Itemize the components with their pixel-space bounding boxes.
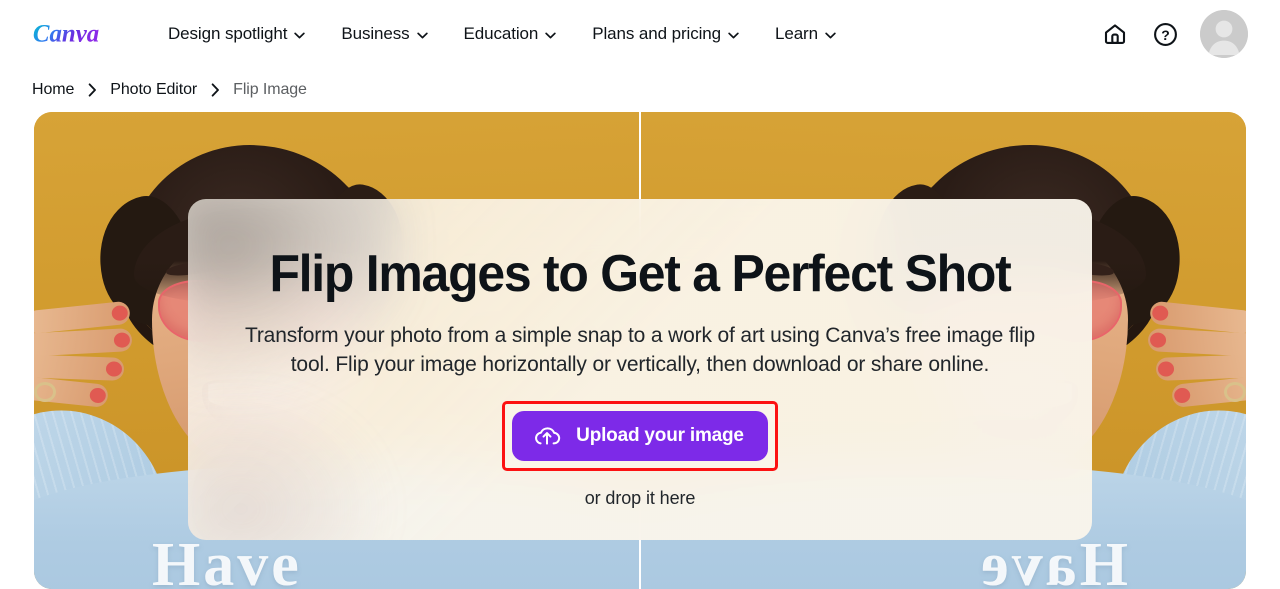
avatar-placeholder-icon — [1200, 10, 1248, 58]
svg-text:?: ? — [1161, 27, 1170, 43]
finger — [34, 328, 133, 357]
finger — [1155, 354, 1246, 381]
breadcrumb-item-photo-editor[interactable]: Photo Editor — [110, 81, 197, 99]
breadcrumb-separator — [197, 83, 233, 97]
fingernail — [111, 304, 129, 322]
chevron-right-icon — [88, 83, 96, 97]
chevron-down-icon — [294, 32, 306, 38]
finger — [34, 354, 125, 381]
breadcrumb-separator — [74, 83, 110, 97]
person-hand — [34, 298, 148, 416]
chevron-down-icon — [545, 32, 556, 38]
person-hand — [1132, 298, 1246, 416]
page-title: Flip Images to Get a Perfect Shot — [269, 245, 1011, 303]
chevron-down-icon — [825, 32, 836, 38]
chevron-right-icon — [211, 83, 219, 97]
nav-item-label: Plans and pricing — [592, 24, 721, 43]
primary-nav-links: Design spotlight Business Education Plan… — [168, 24, 1100, 44]
nav-item-label: Learn — [774, 24, 818, 43]
nav-item-design-spotlight[interactable]: Design spotlight — [168, 24, 306, 44]
breadcrumb-item-flip-image: Flip Image — [233, 81, 307, 98]
canva-logo[interactable]: Canva — [32, 17, 124, 51]
help-icon: ? — [1153, 22, 1177, 46]
drop-zone-hint: or drop it here — [584, 488, 696, 509]
cloud-upload-icon — [535, 427, 561, 445]
nav-actions: ? — [1100, 10, 1248, 58]
upload-your-image-button[interactable]: Upload your image — [512, 411, 768, 462]
nav-item-education[interactable]: Education — [464, 24, 557, 44]
finger-ring — [1224, 382, 1246, 402]
fingernail — [1151, 304, 1169, 322]
avatar[interactable] — [1200, 10, 1248, 58]
finger — [1147, 328, 1246, 357]
nav-item-business[interactable]: Business — [341, 24, 428, 44]
breadcrumb: Home Photo Editor Flip Image — [0, 68, 1280, 112]
finger-ring — [34, 382, 56, 402]
fingernail — [113, 332, 131, 349]
nav-item-label: Business — [341, 24, 410, 43]
nav-item-label: Education — [463, 24, 539, 43]
hero-banner: Have Have Flip Images to Get a Perfect S… — [34, 112, 1246, 589]
hero-subtitle: Transform your photo from a simple snap … — [244, 324, 1036, 376]
canva-logo-text: Canva — [33, 20, 99, 47]
nav-item-plans-and-pricing[interactable]: Plans and pricing — [592, 24, 739, 44]
help-button[interactable]: ? — [1150, 19, 1180, 49]
upload-button-label: Upload your image — [576, 425, 744, 447]
fingernail — [1157, 361, 1175, 377]
fingernail — [105, 361, 123, 377]
fingernail — [89, 387, 107, 404]
upload-button-highlight-box: Upload your image — [502, 401, 778, 472]
chevron-down-icon — [416, 32, 428, 38]
fingernail — [1173, 387, 1191, 404]
nav-item-learn[interactable]: Learn — [775, 24, 836, 44]
hero-glass-card: Flip Images to Get a Perfect Shot Transf… — [188, 199, 1092, 540]
breadcrumb-item-home[interactable]: Home — [32, 81, 74, 99]
top-navigation-bar: Canva Design spotlight Business Educatio… — [0, 0, 1280, 68]
home-button[interactable] — [1100, 19, 1130, 49]
fingernail — [1149, 332, 1167, 349]
home-icon — [1104, 24, 1126, 44]
nav-item-label: Design spotlight — [168, 24, 288, 43]
chevron-down-icon — [728, 32, 739, 38]
